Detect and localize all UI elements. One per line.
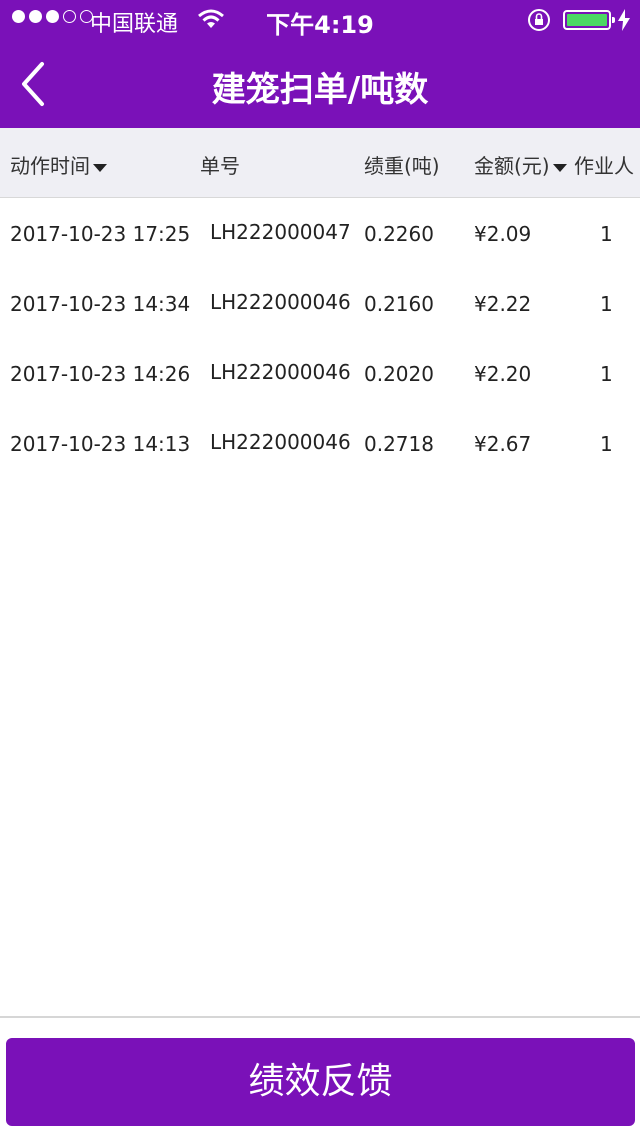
rotation-lock-icon	[527, 8, 553, 38]
header-operator: 作业人	[574, 154, 634, 178]
cell-time: 2017-10-23 17:25	[10, 222, 191, 246]
cell-amount: ¥2.20	[474, 362, 532, 386]
status-bar: 中国联通 下午4:19	[0, 0, 640, 40]
charging-bolt-icon	[617, 8, 631, 38]
cell-operator: 1	[600, 432, 613, 456]
table-row[interactable]: 2017-10-23 17:25 LH222000047 0.2260 ¥2.0…	[0, 198, 640, 268]
cell-weight: 0.2260	[364, 222, 434, 246]
cell-order-no: LH222000047	[210, 220, 351, 244]
table-body: 2017-10-23 17:25 LH222000047 0.2260 ¥2.0…	[0, 198, 640, 478]
cell-time: 2017-10-23 14:34	[10, 292, 191, 316]
cell-weight: 0.2020	[364, 362, 434, 386]
cell-time: 2017-10-23 14:26	[10, 362, 191, 386]
header-order-no: 单号	[200, 154, 240, 178]
cell-operator: 1	[600, 292, 613, 316]
page-title: 建笼扫单/吨数	[211, 70, 429, 110]
header-time-label: 动作时间	[10, 154, 90, 178]
nav-bar: 建笼扫单/吨数	[0, 40, 640, 128]
sort-down-icon	[552, 163, 567, 172]
performance-feedback-button[interactable]: 绩效反馈	[6, 1038, 635, 1126]
table-header: 动作时间 单号 绩重(吨) 金额(元) 作业人	[0, 128, 640, 198]
app-root: 中国联通 下午4:19 建笼扫单/吨数 动作时间 单号 绩重(吨) 金额(元) …	[0, 0, 640, 1136]
cell-operator: 1	[600, 222, 613, 246]
cell-time: 2017-10-23 14:13	[10, 432, 191, 456]
sort-down-icon	[93, 163, 107, 172]
cell-order-no: LH222000046	[210, 430, 351, 454]
cell-amount: ¥2.22	[474, 292, 532, 316]
table-row[interactable]: 2017-10-23 14:34 LH222000046 0.2160 ¥2.2…	[0, 268, 640, 338]
header-weight: 绩重(吨)	[364, 154, 440, 178]
cell-weight: 0.2718	[364, 432, 434, 456]
cell-amount: ¥2.09	[474, 222, 532, 246]
header-time[interactable]: 动作时间	[10, 150, 107, 179]
header-amount-label: 金额(元)	[474, 154, 550, 178]
divider	[0, 1016, 640, 1018]
cell-amount: ¥2.67	[474, 432, 532, 456]
cell-order-no: LH222000046	[210, 290, 351, 314]
top-bar: 中国联通 下午4:19 建笼扫单/吨数	[0, 0, 640, 128]
header-amount[interactable]: 金额(元)	[474, 150, 567, 179]
cell-operator: 1	[600, 362, 613, 386]
cell-weight: 0.2160	[364, 292, 434, 316]
cell-order-no: LH222000046	[210, 360, 351, 384]
table-row[interactable]: 2017-10-23 14:26 LH222000046 0.2020 ¥2.2…	[0, 338, 640, 408]
table-row[interactable]: 2017-10-23 14:13 LH222000046 0.2718 ¥2.6…	[0, 408, 640, 478]
battery-icon	[563, 10, 615, 30]
